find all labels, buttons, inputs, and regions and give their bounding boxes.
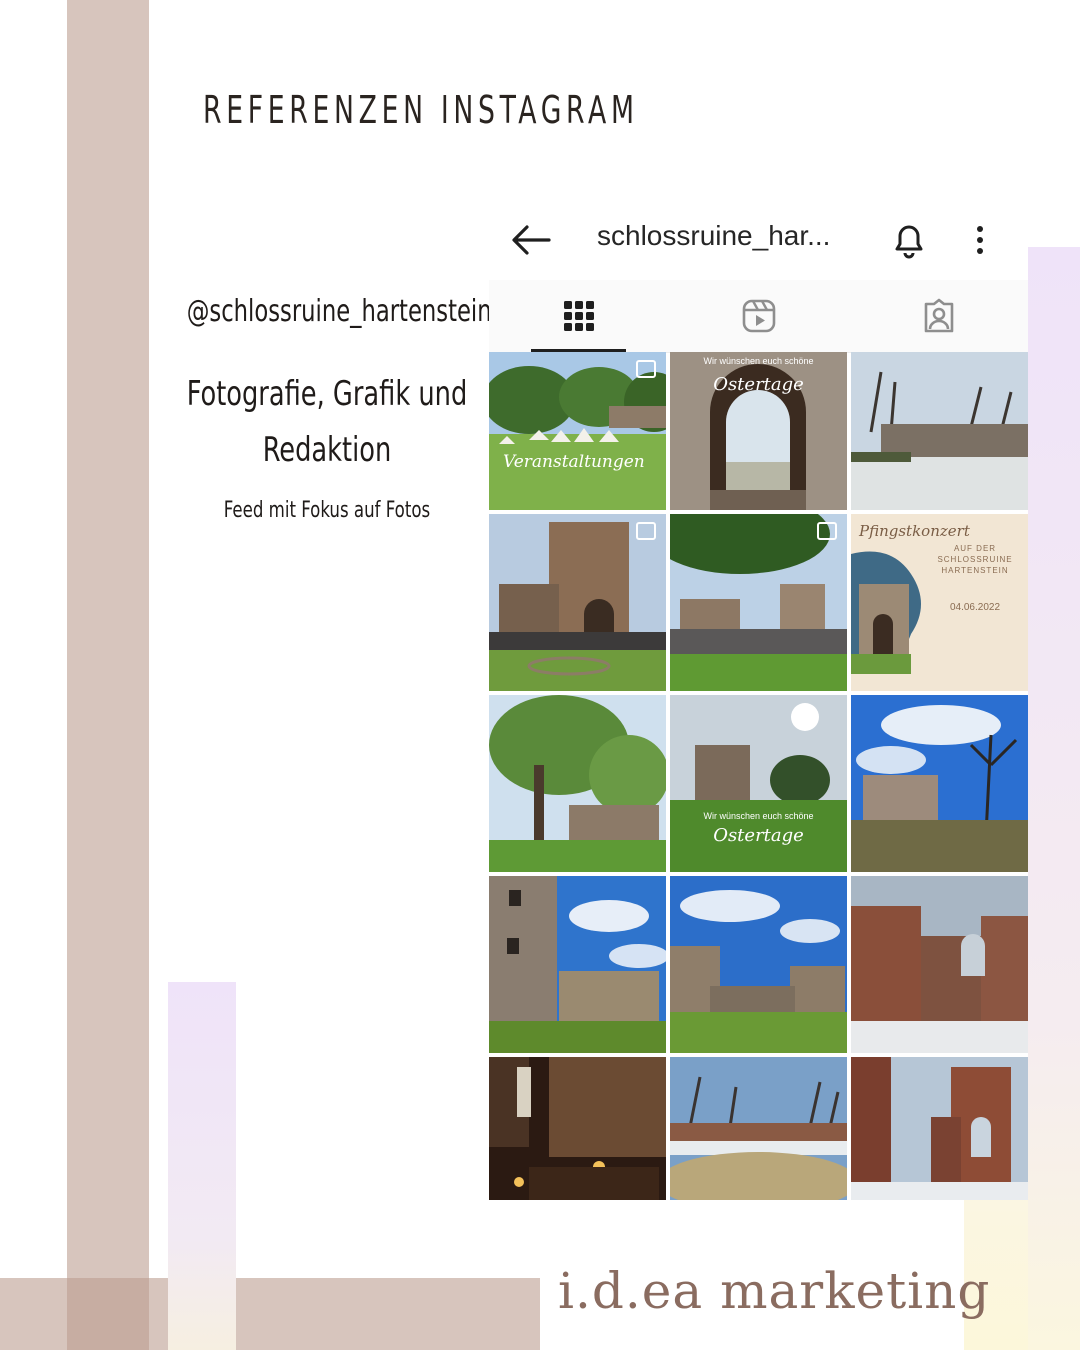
- post-tile[interactable]: [489, 1057, 666, 1200]
- post-image-blue-sky-ruin: [851, 695, 1028, 872]
- carousel-icon: [817, 522, 837, 540]
- post-tile[interactable]: [670, 514, 847, 691]
- post-tile[interactable]: [489, 876, 666, 1053]
- post-tile[interactable]: [851, 1057, 1028, 1200]
- post-tile[interactable]: [851, 352, 1028, 510]
- poster-sub-1: AUF DER: [953, 544, 997, 553]
- post-image-courtyard: [670, 876, 847, 1053]
- notifications-button[interactable]: [889, 218, 929, 260]
- post-tile[interactable]: [670, 876, 847, 1053]
- brand-logo: i.d.ea marketing: [558, 1262, 991, 1320]
- post-overlay-text: Veranstaltungen: [503, 452, 645, 472]
- post-tile[interactable]: Pfingstkonzert AUF DER SCHLOSSRUINE HART…: [851, 514, 1028, 691]
- post-image-red-ruin-snow: [851, 876, 1028, 1053]
- feed-note: Feed mit Fokus auf Fotos: [223, 498, 431, 523]
- post-tile[interactable]: [489, 514, 666, 691]
- instagram-username: schlossruine_har...: [597, 220, 831, 251]
- post-image-candle-interior: [489, 1057, 666, 1200]
- post-image-castle-tower-event: [489, 514, 666, 691]
- post-image-tower-blue-sky: [489, 876, 666, 1053]
- bell-icon: [895, 225, 923, 259]
- account-handle: @schlossruine_hartenstein: [186, 294, 492, 329]
- tab-reels[interactable]: [669, 280, 848, 352]
- profile-tabs: [489, 280, 1028, 353]
- poster-date: 04.06.2022: [949, 602, 1001, 613]
- tab-tagged[interactable]: [849, 280, 1028, 352]
- decor-bar-lilac-small: [168, 982, 236, 1350]
- reels-icon: [742, 299, 775, 333]
- carousel-icon: [636, 360, 656, 378]
- post-overlay-text: Ostertage: [713, 825, 804, 846]
- decor-bar-left: [67, 0, 149, 1350]
- post-tile[interactable]: [489, 695, 666, 872]
- post-tile[interactable]: Wir wünschen euch schöne Ostertage: [670, 695, 847, 872]
- post-image-winter-bushes: [670, 1057, 847, 1200]
- tagged-icon: [924, 298, 953, 333]
- post-tile[interactable]: Wir wünschen euch schöne Ostertage: [670, 352, 847, 510]
- decor-bar-overlap: [67, 1278, 149, 1350]
- post-image-winter-wall: [851, 352, 1028, 510]
- instagram-profile: schlossruine_har... Veranstaltungen Wir …: [489, 200, 1028, 1200]
- post-image-ruin-snow-arch: [851, 1057, 1028, 1200]
- page-title: REFERENZEN INSTAGRAM: [203, 88, 639, 132]
- grid-icon: [563, 301, 594, 331]
- post-overlay-top: Wir wünschen euch schöne: [703, 356, 814, 366]
- poster-sub-3: HARTENSTEIN: [941, 566, 1009, 575]
- carousel-icon: [636, 522, 656, 540]
- post-overlay-text: Ostertage: [713, 374, 804, 395]
- more-options-button[interactable]: [965, 222, 995, 258]
- more-vertical-icon: [977, 226, 983, 254]
- post-image-tree-ruin: [489, 695, 666, 872]
- post-image-crowd-ruin: [670, 514, 847, 691]
- decor-bar-lilac-right: [1028, 247, 1080, 1350]
- post-tile[interactable]: [670, 1057, 847, 1200]
- arrow-left-icon: [512, 225, 551, 255]
- tab-grid[interactable]: [489, 280, 668, 352]
- services-text: Fotografie, Grafik und Redaktion: [186, 374, 468, 470]
- post-tile[interactable]: [851, 695, 1028, 872]
- post-tile[interactable]: [851, 876, 1028, 1053]
- poster-sub-2: SCHLOSSRUINE: [937, 555, 1013, 564]
- post-overlay-top: Wir wünschen euch schöne: [703, 811, 814, 821]
- back-button[interactable]: [509, 222, 553, 258]
- poster-heading: Pfingstkonzert: [859, 522, 970, 540]
- post-tile[interactable]: Veranstaltungen: [489, 352, 666, 510]
- instagram-header: schlossruine_har...: [489, 200, 1028, 280]
